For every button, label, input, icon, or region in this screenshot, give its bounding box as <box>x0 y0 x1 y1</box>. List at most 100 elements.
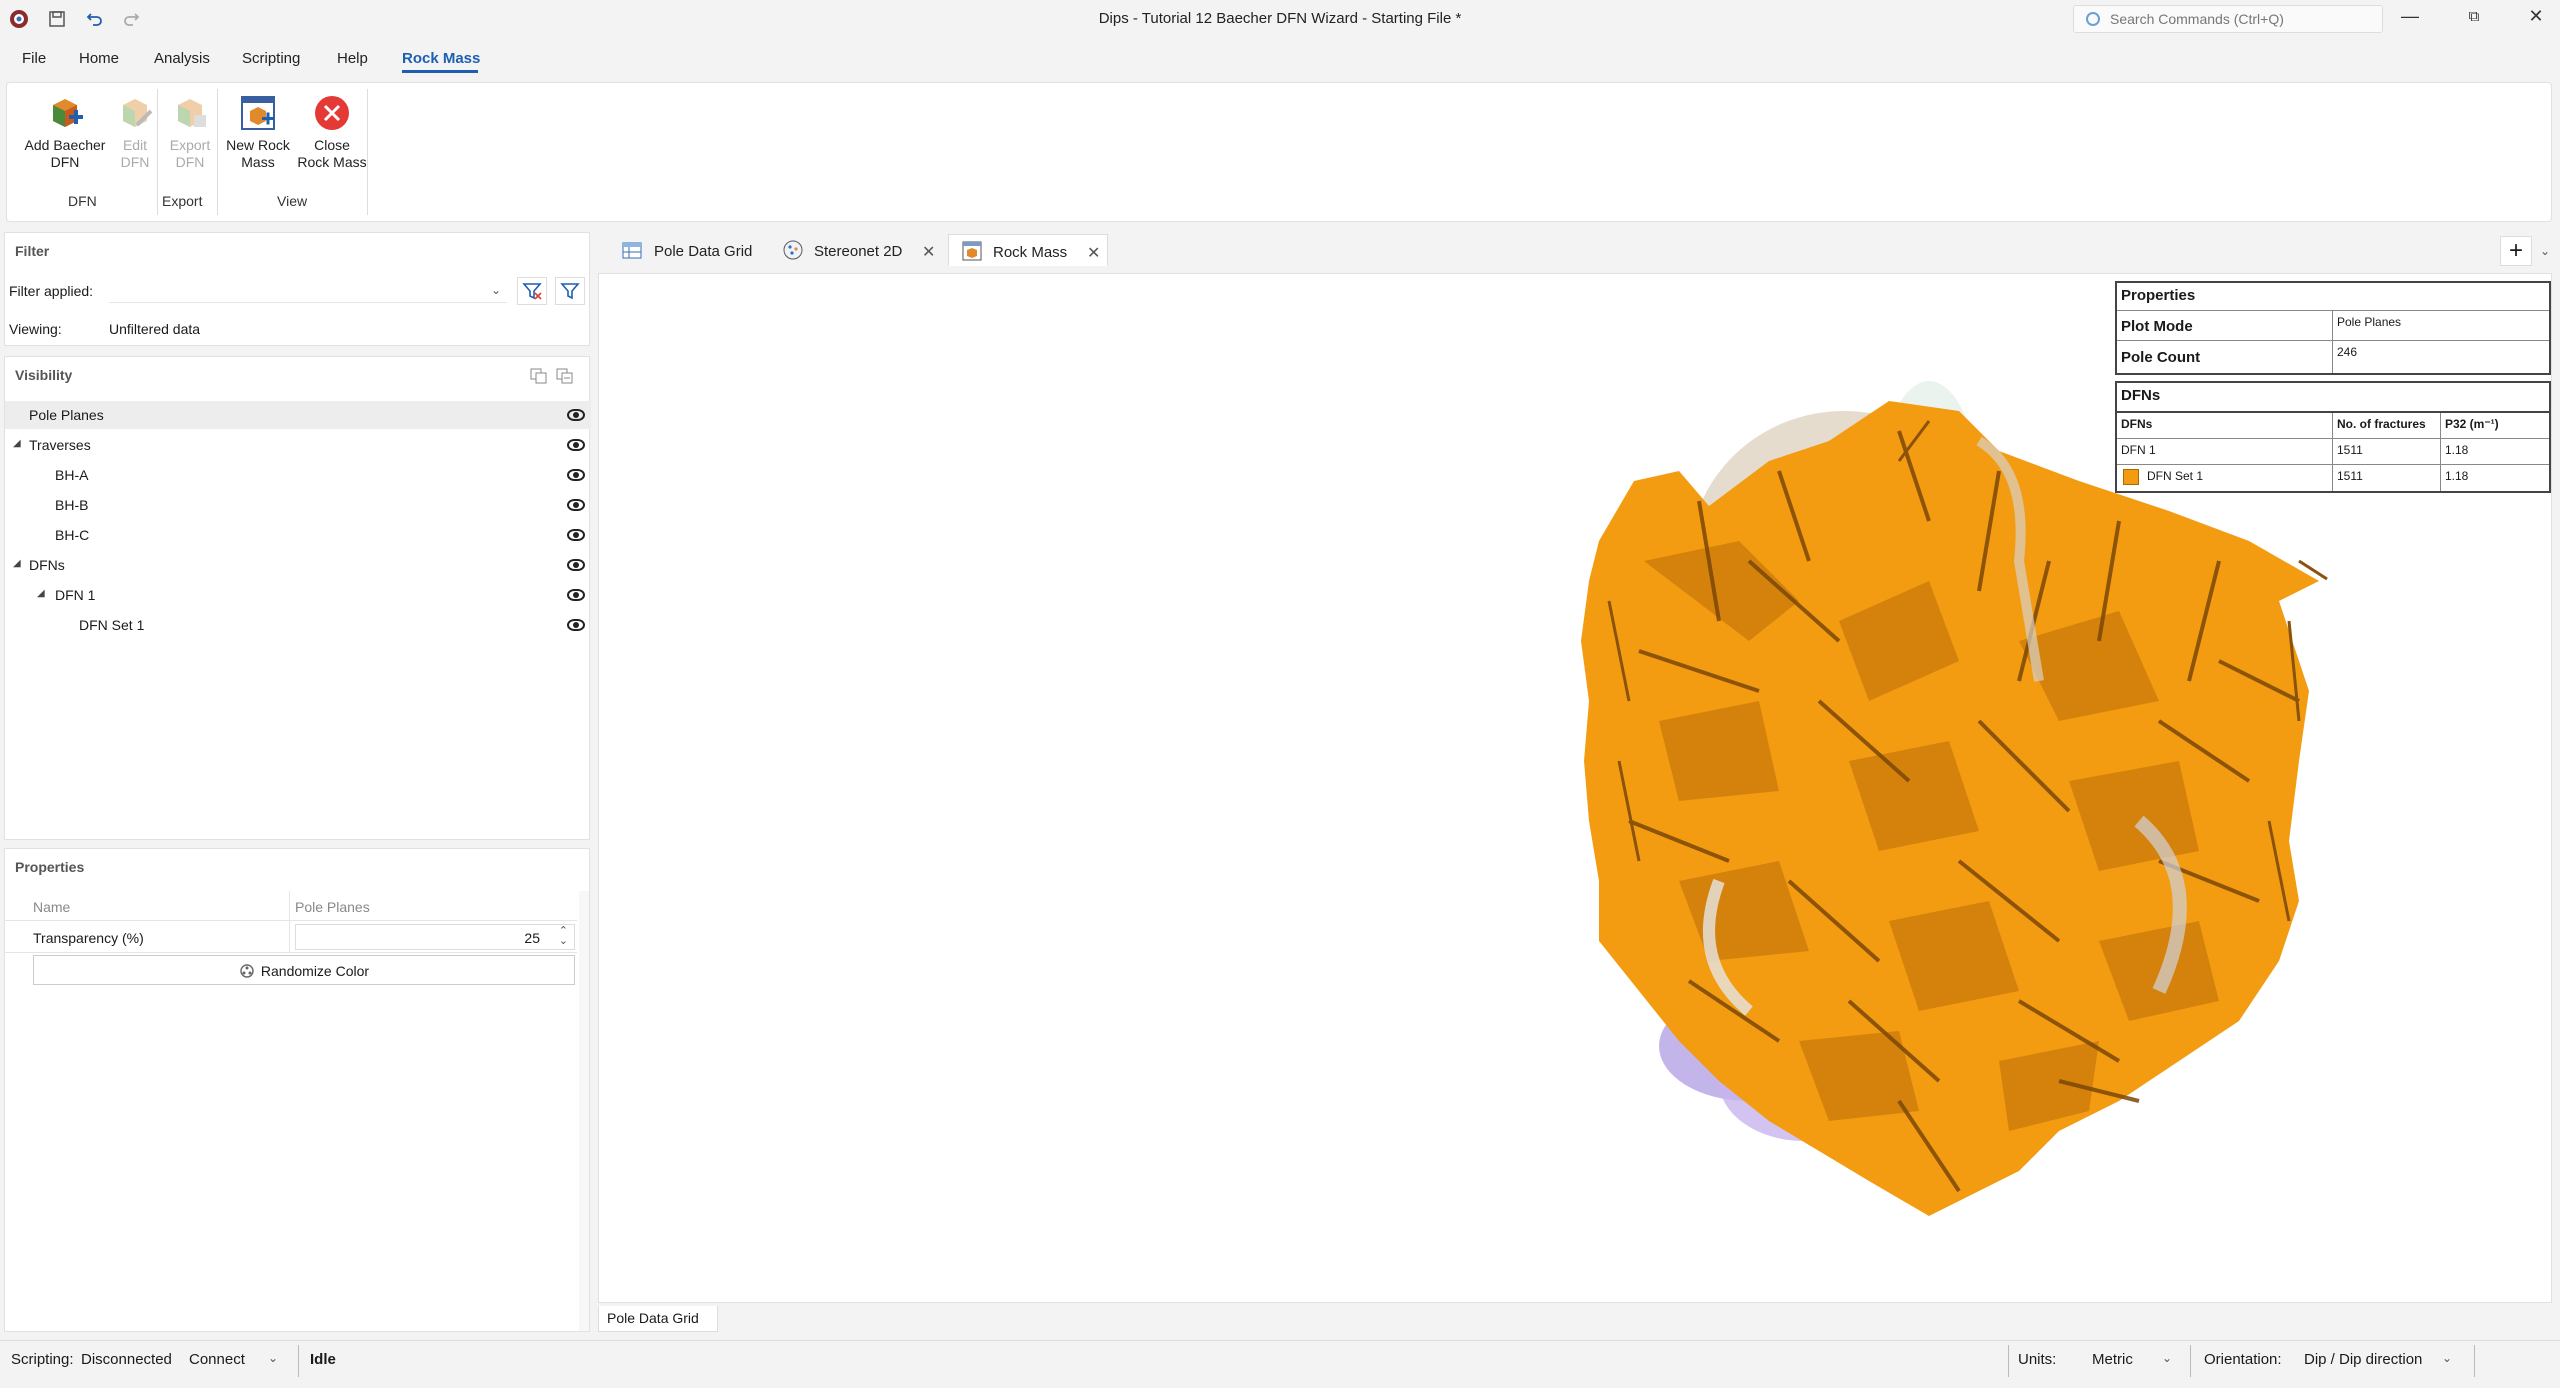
search-commands-input[interactable]: Search Commands (Ctrl+Q) <box>2073 5 2383 33</box>
properties-header: Properties <box>15 859 85 875</box>
orientation-label: Orientation: <box>2204 1351 2282 1368</box>
tab-stereonet-2d[interactable]: Stereonet 2D ✕ <box>774 234 944 266</box>
edit-filter-button[interactable] <box>555 277 585 305</box>
menu-rock-mass[interactable]: Rock Mass <box>402 50 480 67</box>
add-baecher-dfn-button[interactable]: Add Baecher DFN <box>11 93 119 171</box>
eye-icon[interactable] <box>567 499 585 511</box>
title-bar: Dips - Tutorial 12 Baecher DFN Wizard - … <box>0 0 2560 40</box>
dfn-set-row-p32: 1.18 <box>2445 469 2469 483</box>
close-window-button[interactable]: ✕ <box>2521 6 2551 32</box>
property-name: Transparency (%) <box>33 930 144 946</box>
menu-home[interactable]: Home <box>79 50 119 67</box>
menu-analysis[interactable]: Analysis <box>154 50 210 67</box>
eye-icon[interactable] <box>567 559 585 571</box>
stereonet-icon <box>783 240 803 260</box>
close-tab-icon[interactable]: ✕ <box>1087 243 1100 263</box>
tree-item-pole-planes[interactable]: Pole Planes <box>5 401 591 429</box>
transparency-value: 25 <box>524 930 540 946</box>
properties-grid-header: Name Pole Planes <box>5 891 577 921</box>
dfns-title: DFNs <box>2117 383 2549 413</box>
grid-icon <box>622 242 642 259</box>
search-icon <box>2086 12 2100 26</box>
tree-item-traverses[interactable]: ◢ Traverses <box>5 431 591 459</box>
stepper-down-icon[interactable]: ⌄ <box>559 934 568 947</box>
dfn-row-name: DFN 1 <box>2117 439 2333 465</box>
close-tab-icon[interactable]: ✕ <box>922 242 935 262</box>
rock-mass-viewport[interactable]: Properties Plot Mode Pole Planes Pole Co… <box>598 273 2552 1303</box>
dfns-col-name: DFNs <box>2117 413 2333 439</box>
column-divider <box>289 921 290 953</box>
restore-button[interactable]: ⧉ <box>2459 8 2489 34</box>
tree-item-bh-b[interactable]: BH-B <box>5 491 591 519</box>
dfns-col-p32: P32 (m⁻¹) <box>2441 413 2549 439</box>
randomize-color-button[interactable]: Randomize Color <box>33 955 575 985</box>
status-bar: Scripting: Disconnected Connect ⌄ Idle U… <box>0 1340 2560 1380</box>
eye-icon[interactable] <box>567 409 585 421</box>
collapse-all-icon[interactable] <box>555 367 575 385</box>
eye-icon[interactable] <box>567 619 585 631</box>
pole-count-value: 246 <box>2337 345 2358 359</box>
new-rock-mass-icon <box>238 93 278 133</box>
filter-clear-icon <box>522 283 542 300</box>
property-row: Transparency (%) 25 ⌃ ⌄ <box>5 921 577 953</box>
status-separator <box>2190 1345 2191 1377</box>
menu-bar: File Home Analysis Scripting Help Rock M… <box>0 44 2560 72</box>
tab-list-chevron-icon[interactable]: ⌄ <box>2540 244 2550 258</box>
dfn-set-row-name: DFN Set 1 <box>2117 465 2333 491</box>
export-dfn-button[interactable]: Export DFN <box>157 93 223 171</box>
expand-all-icon[interactable] <box>529 367 549 385</box>
group-label-export: Export <box>162 193 203 209</box>
dfn-set-row-fractures: 1511 <box>2333 465 2441 491</box>
dfn-color-swatch <box>2123 469 2139 485</box>
menu-scripting[interactable]: Scripting <box>242 50 300 67</box>
clear-filter-button[interactable] <box>517 277 547 305</box>
scripting-label: Scripting: <box>11 1351 74 1368</box>
expand-triangle-icon[interactable]: ◢ <box>13 438 21 449</box>
eye-icon[interactable] <box>567 529 585 541</box>
tab-pole-data-grid[interactable]: Pole Data Grid <box>614 234 764 266</box>
properties-scrollbar[interactable] <box>579 891 589 1331</box>
randomize-icon <box>240 964 254 978</box>
app-state: Idle <box>310 1351 336 1368</box>
tree-item-dfn-1[interactable]: ◢ DFN 1 <box>5 581 591 609</box>
menu-help[interactable]: Help <box>337 50 368 67</box>
minimize-button[interactable]: — <box>2395 6 2425 32</box>
new-rock-mass-button[interactable]: New Rock Mass <box>219 93 297 171</box>
add-view-button[interactable]: + <box>2500 236 2532 266</box>
eye-icon[interactable] <box>567 589 585 601</box>
column-value: Pole Planes <box>295 899 370 915</box>
tree-item-bh-a[interactable]: BH-A <box>5 461 591 489</box>
orientation-dropdown[interactable]: Dip / Dip direction <box>2304 1351 2422 1368</box>
viewing-label: Viewing: <box>9 321 62 337</box>
expand-triangle-icon[interactable]: ◢ <box>13 558 21 569</box>
transparency-stepper[interactable]: 25 ⌃ ⌄ <box>295 924 575 950</box>
viewing-value: Unfiltered data <box>109 321 201 337</box>
properties-panel: Properties Name Pole Planes Transparency… <box>4 848 590 1332</box>
connect-dropdown[interactable]: Connect <box>189 1351 245 1368</box>
close-circle-icon <box>312 93 352 133</box>
ribbon-separator <box>157 89 158 215</box>
chevron-down-icon[interactable]: ⌄ <box>268 1351 278 1365</box>
chevron-down-icon[interactable]: ⌄ <box>2442 1351 2452 1365</box>
chevron-down-icon[interactable]: ⌄ <box>2162 1351 2172 1365</box>
plot-mode-value: Pole Planes <box>2333 311 2549 341</box>
eye-icon[interactable] <box>567 439 585 451</box>
tree-item-dfn-set-1[interactable]: DFN Set 1 <box>5 611 591 639</box>
units-dropdown[interactable]: Metric <box>2092 1351 2133 1368</box>
edit-dfn-icon <box>115 93 155 133</box>
dfns-col-fractures: No. of fractures <box>2333 413 2441 439</box>
pole-count-label: Pole Count <box>2117 341 2333 373</box>
expand-triangle-icon[interactable]: ◢ <box>37 588 45 599</box>
filter-dropdown[interactable]: ⌄ <box>109 279 507 303</box>
tree-item-dfns[interactable]: ◢ DFNs <box>5 551 591 579</box>
export-dfn-icon <box>170 93 210 133</box>
menu-file[interactable]: File <box>22 50 46 67</box>
tree-item-bh-c[interactable]: BH-C <box>5 521 591 549</box>
group-label-view: View <box>277 193 308 209</box>
tab-rock-mass[interactable]: Rock Mass ✕ <box>948 234 1108 266</box>
eye-icon[interactable] <box>567 469 585 481</box>
close-rock-mass-button[interactable]: Close Rock Mass <box>287 93 377 171</box>
edit-dfn-button[interactable]: Edit DFN <box>107 93 163 171</box>
bottom-tab-pole-data-grid[interactable]: Pole Data Grid <box>598 1306 718 1332</box>
filter-applied-label: Filter applied: <box>9 283 94 299</box>
